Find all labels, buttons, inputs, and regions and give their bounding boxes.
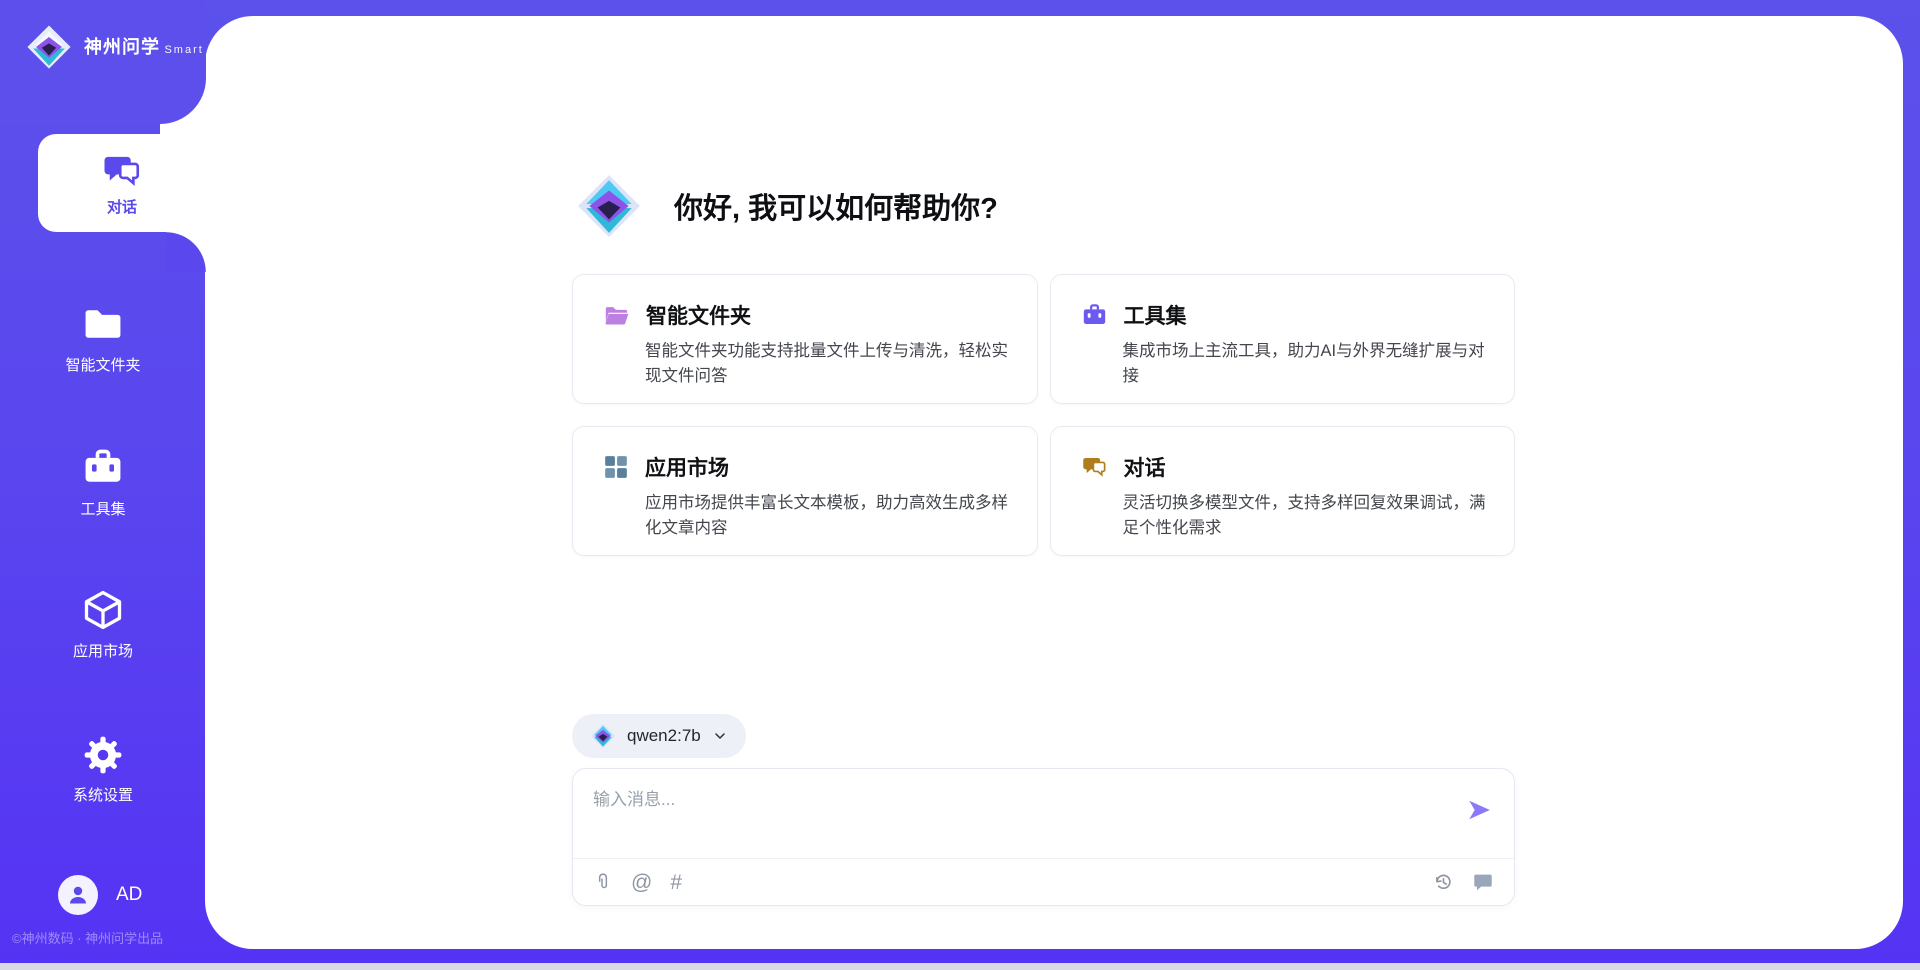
user-profile[interactable]: AD bbox=[58, 875, 142, 915]
composer: 输入消息... @ # bbox=[572, 768, 1515, 906]
user-name: AD bbox=[116, 884, 142, 906]
greeting-title: 你好, 我可以如何帮助你? bbox=[674, 185, 998, 227]
sidebar-item-smart-folder[interactable]: 智能文件夹 bbox=[0, 302, 206, 375]
folder-icon bbox=[0, 302, 206, 346]
sidebar-item-label: 工具集 bbox=[0, 498, 206, 519]
card-description: 应用市场提供丰富长文本模板，助力高效生成多样化文章内容 bbox=[645, 491, 1011, 541]
card-description: 集成市场上主流工具，助力AI与外界无缝扩展与对接 bbox=[1123, 339, 1489, 389]
feature-cards: 智能文件夹 智能文件夹功能支持批量文件上传与清洗，轻松实现文件问答 工具集 集成… bbox=[572, 274, 1515, 556]
message-input[interactable]: 输入消息... bbox=[593, 785, 1454, 851]
folder-icon bbox=[603, 302, 630, 329]
gear-icon bbox=[0, 734, 206, 776]
composer-toolbar: @ # bbox=[593, 859, 1494, 905]
sidebar-item-label: 对话 bbox=[107, 196, 137, 217]
card-chat[interactable]: 对话 灵活切换多模型文件，支持多样回复效果调试，满足个性化需求 bbox=[1050, 426, 1516, 556]
sidebar-item-toolbox[interactable]: 工具集 bbox=[0, 446, 206, 519]
model-logo-icon bbox=[590, 723, 616, 749]
model-name: qwen2:7b bbox=[627, 726, 701, 746]
message-placeholder: 输入消息... bbox=[593, 790, 675, 809]
card-title: 对话 bbox=[1124, 452, 1166, 482]
mention-icon[interactable]: @ bbox=[631, 872, 652, 893]
chevron-down-icon bbox=[712, 728, 728, 744]
sidebar-item-label: 应用市场 bbox=[0, 640, 206, 661]
card-toolbox[interactable]: 工具集 集成市场上主流工具，助力AI与外界无缝扩展与对接 bbox=[1050, 274, 1516, 404]
card-smart-folder[interactable]: 智能文件夹 智能文件夹功能支持批量文件上传与清洗，轻松实现文件问答 bbox=[572, 274, 1038, 404]
sidebar-item-label: 系统设置 bbox=[0, 784, 206, 805]
brand-name: 神州问学 bbox=[84, 37, 160, 57]
grid-icon bbox=[603, 454, 629, 480]
send-icon[interactable] bbox=[1466, 797, 1492, 823]
cube-icon bbox=[0, 588, 206, 632]
card-title: 工具集 bbox=[1124, 300, 1187, 330]
sidebar-item-settings[interactable]: 系统设置 bbox=[0, 734, 206, 805]
card-description: 灵活切换多模型文件，支持多样回复效果调试，满足个性化需求 bbox=[1123, 491, 1489, 541]
toolbox-icon bbox=[1081, 302, 1108, 329]
card-description: 智能文件夹功能支持批量文件上传与清洗，轻松实现文件问答 bbox=[645, 339, 1011, 389]
model-selector[interactable]: qwen2:7b bbox=[572, 714, 746, 758]
conversations-icon[interactable] bbox=[1472, 871, 1494, 893]
brand-logo-icon bbox=[26, 24, 72, 70]
tab-fillet bbox=[166, 232, 206, 272]
card-app-market[interactable]: 应用市场 应用市场提供丰富长文本模板，助力高效生成多样化文章内容 bbox=[572, 426, 1038, 556]
sidebar-item-label: 智能文件夹 bbox=[0, 354, 206, 375]
assistant-logo-icon bbox=[576, 173, 642, 239]
brand: 神州问学 Smart Vision bbox=[26, 24, 251, 70]
attachment-icon[interactable] bbox=[593, 871, 613, 893]
toolbox-icon bbox=[0, 446, 206, 490]
chat-icon bbox=[1081, 454, 1108, 481]
history-icon[interactable] bbox=[1432, 871, 1454, 893]
greeting: 你好, 我可以如何帮助你? bbox=[576, 165, 998, 247]
topic-icon[interactable]: # bbox=[670, 872, 682, 893]
avatar bbox=[58, 875, 98, 915]
copyright: ©神州数码 · 神州问学出品 bbox=[12, 928, 252, 947]
brand-subtitle: Smart Vision bbox=[164, 44, 250, 56]
card-title: 智能文件夹 bbox=[646, 300, 751, 330]
sidebar-item-app-market[interactable]: 应用市场 bbox=[0, 588, 206, 661]
sidebar-item-chat[interactable]: 对话 bbox=[38, 134, 206, 232]
card-title: 应用市场 bbox=[645, 452, 729, 482]
chat-icon bbox=[101, 149, 143, 191]
